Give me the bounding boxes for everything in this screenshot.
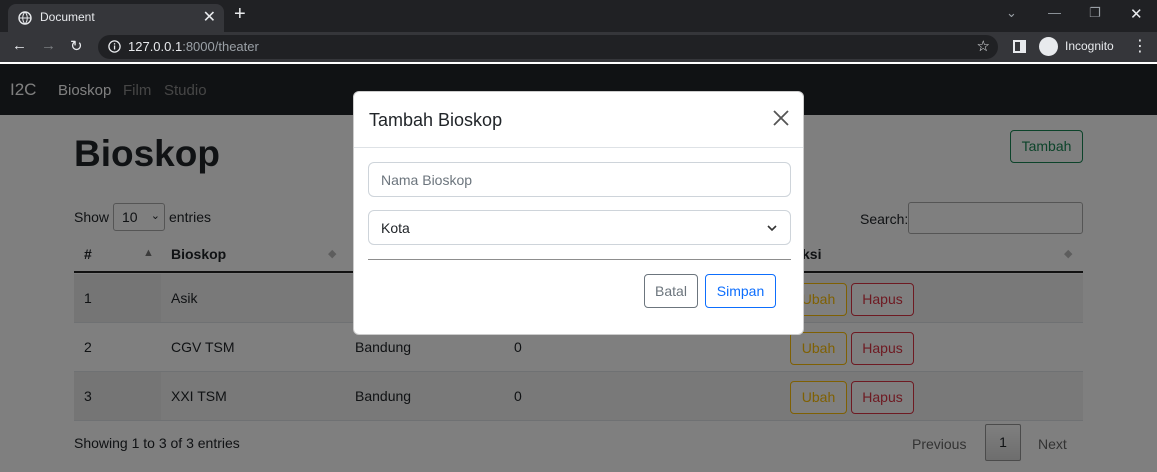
save-button[interactable]: Simpan [705, 274, 776, 308]
address-toolbar: ← → ↻ 127.0.0.1:8000/theater ☆ Incognito… [0, 32, 1157, 62]
cancel-button[interactable]: Batal [644, 274, 698, 308]
city-select-value: Kota [381, 220, 410, 236]
modal-divider [354, 147, 803, 148]
forward-icon[interactable]: → [41, 37, 56, 54]
modal-title: Tambah Bioskop [369, 110, 503, 130]
restore-icon[interactable]: ❐ [1089, 5, 1101, 21]
city-select[interactable]: Kota [368, 210, 791, 245]
side-panel-icon[interactable] [1013, 40, 1026, 53]
incognito-label: Incognito [1065, 39, 1114, 53]
chevron-down-icon [767, 225, 777, 232]
url-text[interactable]: 127.0.0.1:8000/theater [128, 39, 259, 54]
bookmark-star-icon[interactable]: ☆ [977, 37, 990, 55]
window-close-icon[interactable]: ✕ [1130, 5, 1143, 23]
info-icon[interactable] [108, 40, 121, 53]
globe-icon [18, 11, 32, 25]
close-icon[interactable] [772, 109, 790, 127]
theater-name-placeholder: Nama Bioskop [381, 172, 473, 188]
back-icon[interactable]: ← [12, 37, 27, 54]
url-path: :8000/theater [182, 39, 259, 54]
tab-close-icon[interactable]: ✕ [203, 7, 216, 27]
minimize-icon[interactable]: — [1048, 5, 1061, 20]
tab-search-icon[interactable]: ⌄ [1006, 5, 1017, 21]
browser-tab[interactable]: Document ✕ [8, 4, 224, 32]
browser-tab-bar: Document ✕ + ⌄ — ❐ ✕ [0, 0, 1157, 32]
reload-icon[interactable]: ↻ [70, 37, 83, 55]
url-host: 127.0.0.1 [128, 39, 183, 54]
browser-menu-icon[interactable]: ⋮ [1132, 36, 1148, 56]
form-divider [368, 259, 791, 260]
tab-title: Document [40, 10, 95, 24]
add-theater-modal: Tambah Bioskop Nama Bioskop Kota Batal S… [353, 91, 804, 335]
new-tab-icon[interactable]: + [234, 3, 246, 26]
incognito-icon[interactable] [1039, 37, 1058, 56]
theater-name-input[interactable]: Nama Bioskop [368, 162, 791, 197]
address-bar[interactable]: 127.0.0.1:8000/theater ☆ [98, 35, 998, 59]
